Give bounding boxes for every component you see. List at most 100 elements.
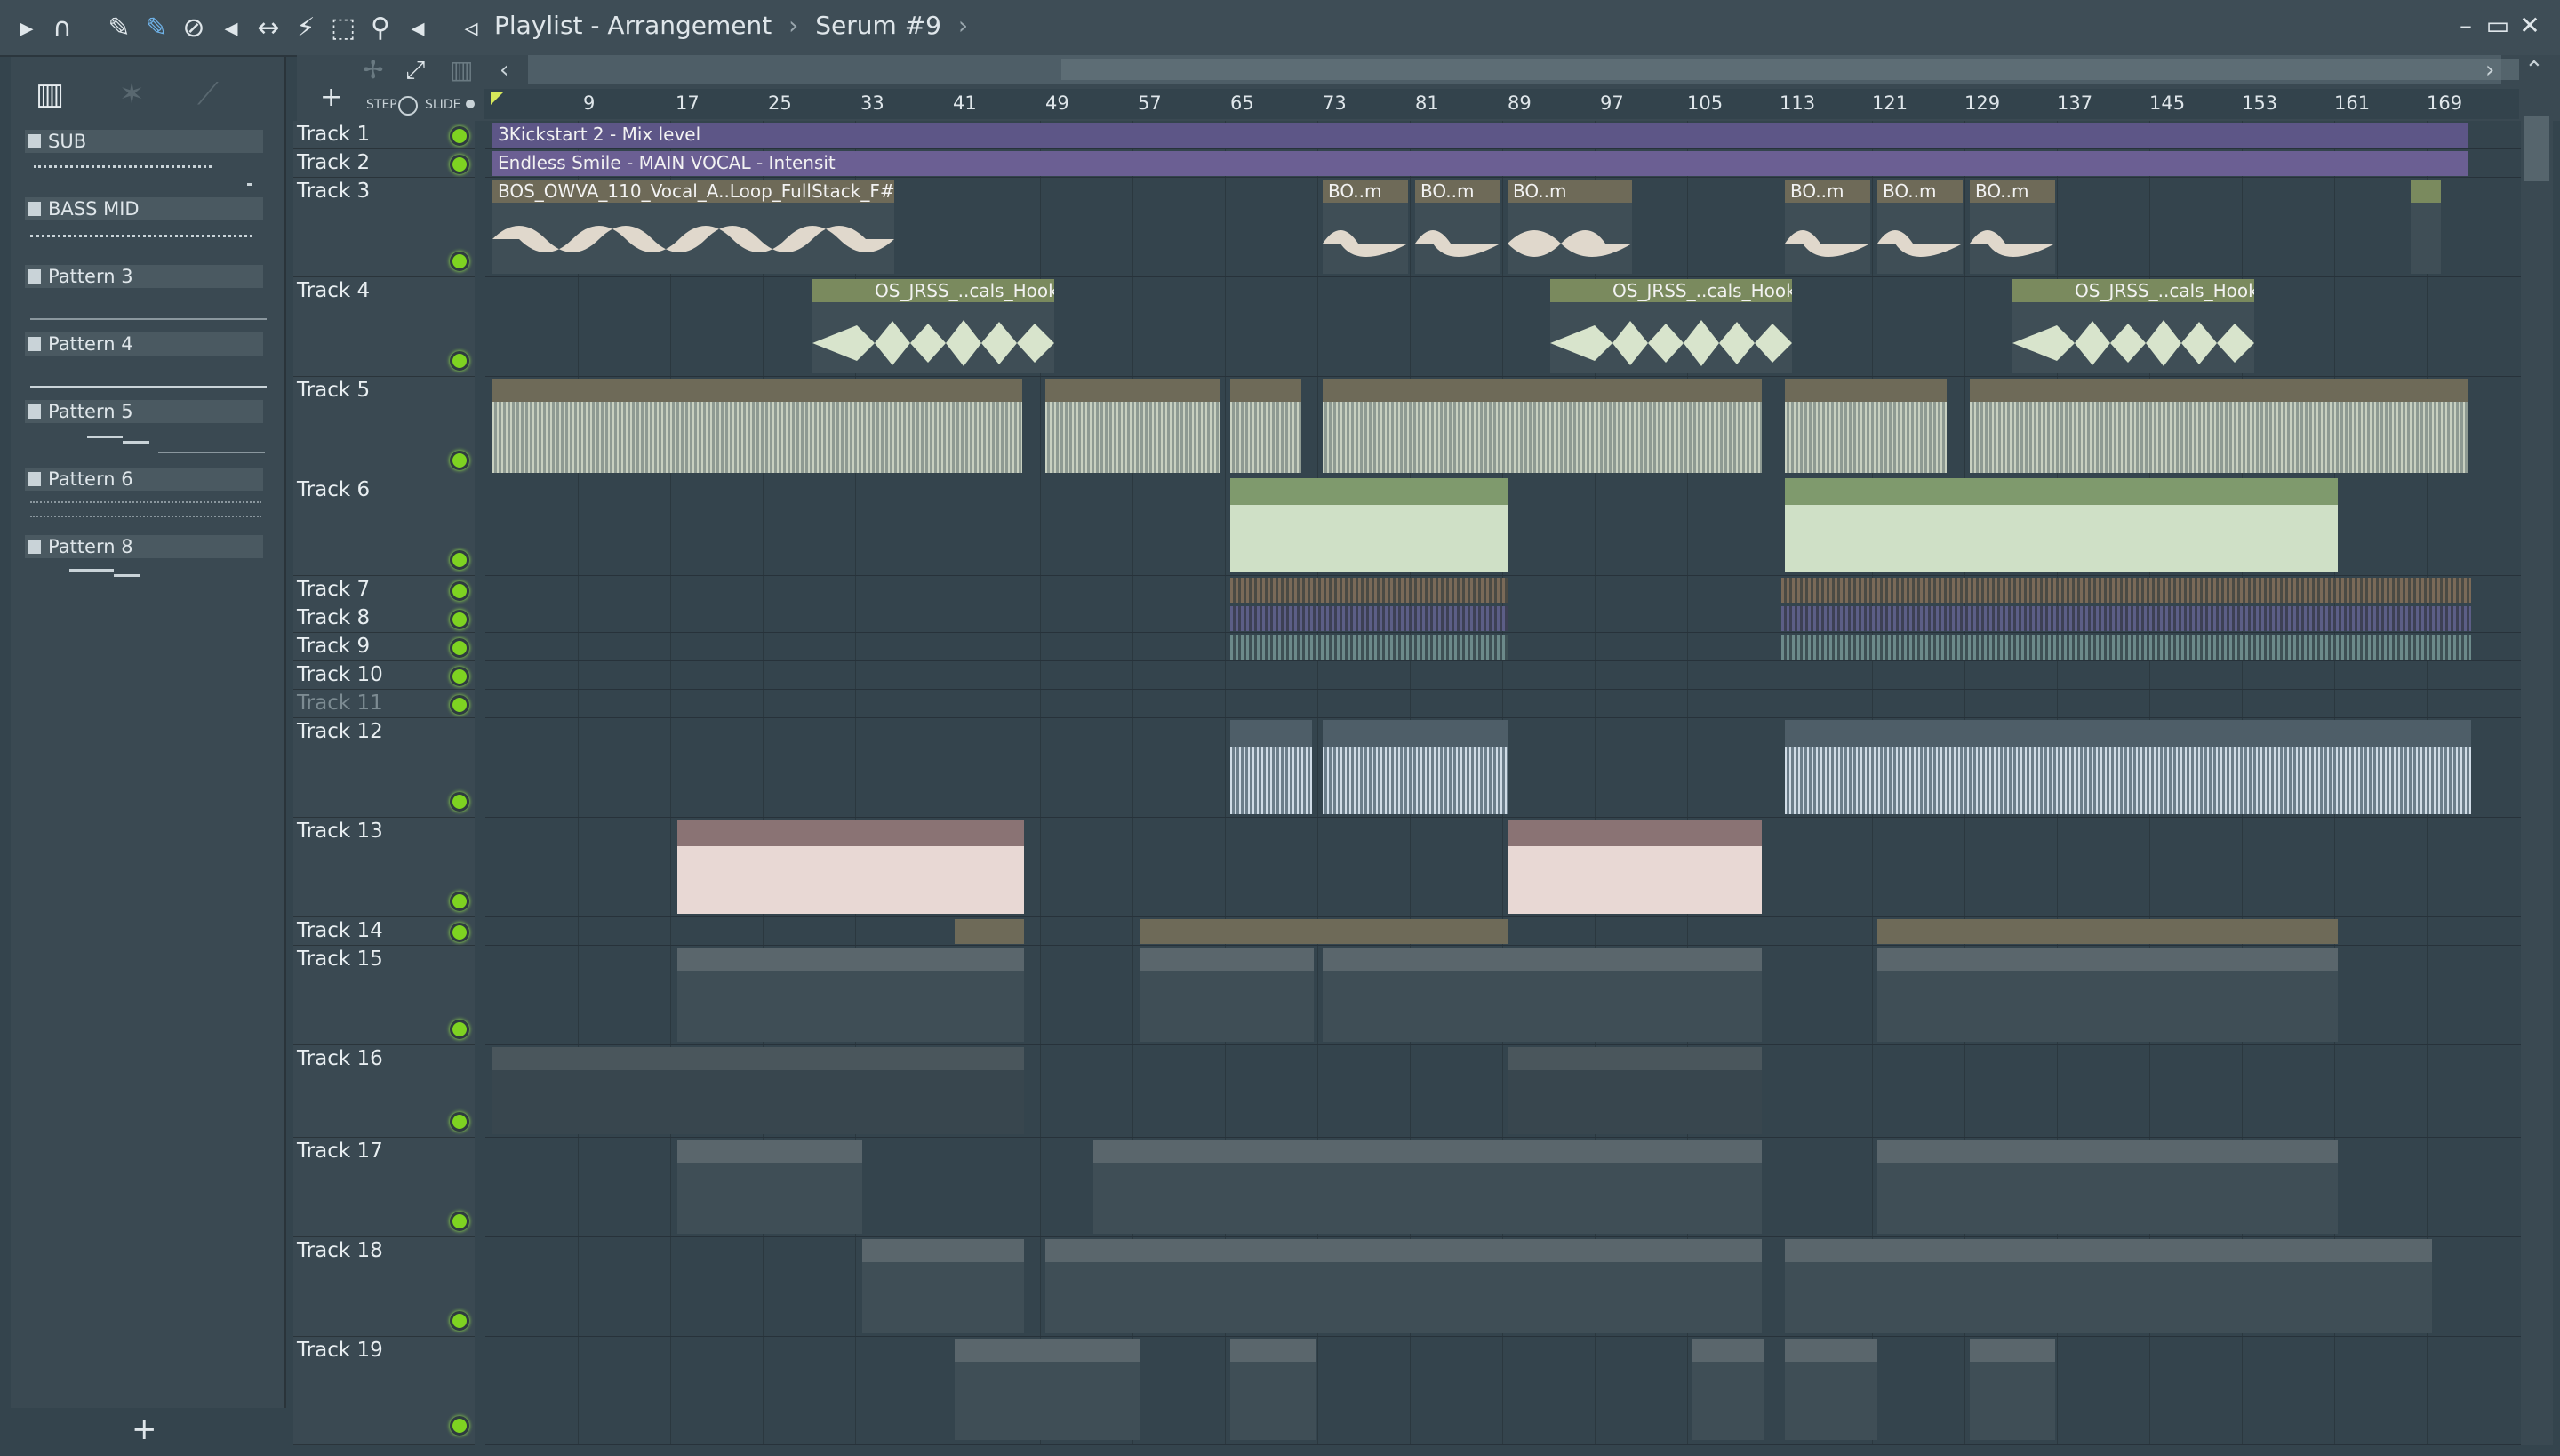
scroll-up-icon[interactable]: ⌃ [2524, 57, 2544, 84]
track-header[interactable]: Track 10 [293, 661, 475, 690]
pattern-clip[interactable] [1877, 919, 2338, 944]
track-header[interactable]: Track 18 [293, 1237, 475, 1337]
pattern-clip[interactable] [1785, 1239, 2432, 1333]
scroll-thumb[interactable] [2524, 116, 2549, 181]
pattern-clip[interactable] [1230, 578, 1508, 603]
pattern-clip[interactable] [1970, 1339, 2055, 1440]
track-enable-led[interactable] [450, 351, 469, 371]
track-enable-led[interactable] [450, 1416, 469, 1436]
timeline-ruler[interactable]: 9 17 25 33 41 49 57 65 73 81 89 97 105 1… [484, 89, 2519, 119]
arrangement-grid[interactable]: 3Kickstart 2 - Mix level Endless Smile -… [485, 121, 2521, 1445]
audio-clip[interactable] [1785, 720, 2471, 814]
pattern-item-sub[interactable]: SUB [25, 130, 267, 196]
audio-clip[interactable] [2411, 180, 2441, 274]
audio-clip[interactable] [1323, 379, 1762, 473]
delete-icon[interactable]: ⊘ [178, 11, 210, 44]
pattern-item-8[interactable]: Pattern 8 [25, 535, 267, 601]
track-header[interactable]: Track 6 [293, 476, 475, 576]
track-enable-led[interactable] [450, 155, 469, 174]
pattern-clip[interactable] [1323, 948, 1762, 1042]
select-icon[interactable]: ⬚ [327, 11, 359, 44]
audio-clip[interactable] [1785, 478, 2338, 572]
audio-clip[interactable]: BO..m [1323, 180, 1408, 274]
automation-clip[interactable]: Endless Smile - MAIN VOCAL - Intensit [492, 151, 2468, 176]
piano-icon[interactable]: ▥ [36, 76, 64, 112]
pattern-clip[interactable] [1877, 948, 2338, 1042]
automation-icon[interactable]: ⟋ [197, 76, 219, 112]
slip-icon[interactable]: ↔ [252, 11, 284, 44]
track-enable-led[interactable] [450, 581, 469, 601]
track-enable-led[interactable] [450, 1311, 469, 1331]
slice-icon[interactable]: ⚡ [290, 11, 322, 44]
audio-clip[interactable]: OS_JRSS_..cals_Hook [812, 279, 1054, 373]
track-header[interactable]: Track 9 [293, 633, 475, 661]
track-enable-led[interactable] [450, 610, 469, 629]
audio-clip[interactable] [1508, 820, 1762, 914]
pattern-clip[interactable] [1045, 1239, 1762, 1333]
slide-toggle[interactable] [466, 100, 475, 108]
track-enable-led[interactable] [450, 1020, 469, 1039]
pattern-clip[interactable] [1877, 1140, 2338, 1234]
step-toggle[interactable] [398, 96, 418, 116]
track-enable-led[interactable] [450, 451, 469, 470]
pattern-clip[interactable] [1692, 1339, 1764, 1440]
track-header[interactable]: Track 2 [293, 149, 475, 178]
audio-clip[interactable]: OS_JRSS_..cals_Hook [2012, 279, 2254, 373]
track-enable-led[interactable] [450, 667, 469, 686]
track-header[interactable]: Track 8 [293, 604, 475, 633]
add-pattern-button[interactable]: + [132, 1412, 157, 1447]
track-enable-led[interactable] [450, 1112, 469, 1132]
track-enable-led[interactable] [450, 792, 469, 812]
play-arrow-icon[interactable]: ▸ [11, 11, 43, 44]
audio-clip[interactable] [1970, 379, 2468, 473]
pattern-item-5[interactable]: Pattern 5 [25, 400, 267, 466]
audio-clip[interactable] [677, 820, 1024, 914]
playback-icon[interactable]: ◂ [402, 11, 434, 44]
pattern-clip[interactable] [492, 1047, 1024, 1134]
track-header[interactable]: Track 7 [293, 576, 475, 604]
pattern-item-4[interactable]: Pattern 4 [25, 332, 267, 398]
track-header[interactable]: Track 15 [293, 946, 475, 1045]
pattern-clip[interactable] [1781, 578, 2471, 603]
draw-icon[interactable]: ✢ [363, 55, 383, 84]
pattern-clip[interactable] [1093, 1140, 1762, 1234]
add-track-button[interactable]: + [320, 82, 342, 113]
overview-strip[interactable] [528, 55, 2519, 84]
maximize-icon[interactable]: ▭ [2482, 11, 2514, 43]
audio-clip[interactable] [1323, 720, 1508, 814]
audio-clip[interactable] [1230, 720, 1312, 814]
audio-clip[interactable] [1785, 379, 1947, 473]
vertical-scrollbar[interactable] [2521, 89, 2553, 1445]
paint-brush-icon[interactable]: ✎ [140, 11, 172, 44]
audio-clip[interactable]: OS_JRSS_..cals_Hook [1550, 279, 1792, 373]
track-enable-led[interactable] [450, 638, 469, 658]
playhead-marker-icon[interactable] [491, 92, 503, 105]
track-enable-led[interactable] [450, 1212, 469, 1231]
track-header[interactable]: Track 5 [293, 377, 475, 476]
pattern-clip[interactable] [1230, 1339, 1316, 1440]
track-enable-led[interactable] [450, 550, 469, 570]
audio-clip[interactable]: BO..m [1415, 180, 1500, 274]
audio-clip[interactable] [492, 379, 1022, 473]
pattern-clip[interactable] [1230, 635, 1508, 660]
link-icon[interactable]: ⤢ [405, 55, 425, 85]
zoom-icon[interactable]: ⚲ [364, 11, 396, 44]
scroll-right-icon[interactable]: › [2485, 57, 2494, 84]
track-header[interactable]: Track 13 [293, 818, 475, 917]
audio-clip[interactable]: BO..m [1785, 180, 1870, 274]
audio-clip[interactable]: BO..m [1877, 180, 1963, 274]
audio-clip[interactable] [1045, 379, 1220, 473]
track-enable-led[interactable] [450, 252, 469, 271]
pattern-item-6[interactable]: Pattern 6 [25, 468, 267, 533]
audio-icon[interactable]: ✶ [119, 76, 145, 112]
audio-clip[interactable]: BOS_OWVA_110_Vocal_A..Loop_FullStack_F#m [492, 180, 894, 274]
track-header[interactable]: Track 4 [293, 277, 475, 377]
track-header[interactable]: Track 14 [293, 917, 475, 946]
track-enable-led[interactable] [450, 695, 469, 715]
pattern-clip[interactable] [862, 1239, 1024, 1333]
track-header[interactable]: Track 19 [293, 1337, 475, 1445]
track-enable-led[interactable] [450, 892, 469, 911]
speaker-icon[interactable]: ◃ [455, 11, 487, 44]
pattern-clip[interactable] [1785, 1339, 1877, 1440]
magnet-snap-icon[interactable]: ∩ [46, 11, 78, 44]
